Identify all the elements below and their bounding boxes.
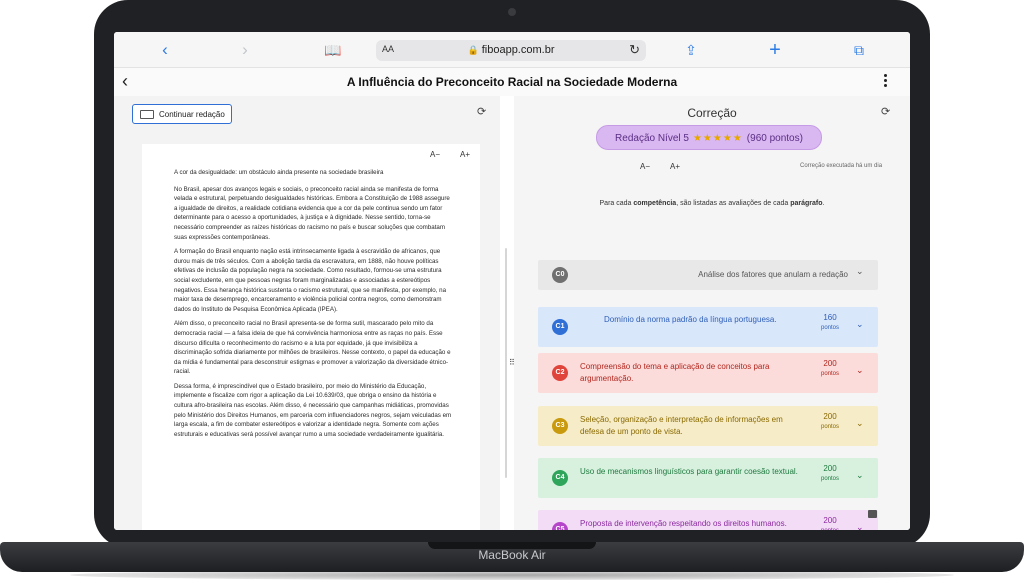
- competency-badge: C1: [552, 319, 568, 335]
- competency-badge: C5: [552, 522, 568, 530]
- competency-score-value: 200: [823, 464, 837, 473]
- level-points: (960 pontos): [746, 133, 803, 144]
- competency-score-unit: pontos: [820, 325, 839, 331]
- competency-badge: C4: [552, 470, 568, 486]
- competency-score-unit: pontos: [810, 526, 850, 530]
- competency-card-c2[interactable]: C2 Compreensão do tema e aplicação de con…: [538, 353, 878, 393]
- keyboard-icon: [140, 110, 154, 119]
- competency-score-value: 160: [823, 313, 837, 322]
- competency-label: Domínio da norma padrão da língua portug…: [604, 315, 777, 324]
- chevron-left-icon[interactable]: ‹: [156, 41, 174, 59]
- chevron-down-icon[interactable]: ⌄: [856, 319, 864, 330]
- url-label: fiboapp.com.br: [481, 44, 555, 56]
- competency-badge: C3: [552, 418, 568, 434]
- font-decrease-button[interactable]: A−: [640, 162, 650, 171]
- competency-score-unit: pontos: [820, 424, 839, 430]
- competency-card-c4[interactable]: C4 Uso de mecanismos linguísticos para ga…: [538, 458, 878, 498]
- address-bar[interactable]: AA 🔒 fiboapp.com.br ↻: [376, 40, 646, 61]
- essay-title: A cor da desigualdade: um obstáculo aind…: [174, 169, 384, 176]
- competency-badge: C0: [552, 267, 568, 283]
- chevron-down-icon[interactable]: ⌄: [856, 418, 864, 429]
- competency-score-unit: pontos: [820, 476, 839, 482]
- camera-icon: [508, 8, 516, 16]
- app-header: ‹ A Influência do Preconceito Racial na …: [114, 68, 910, 96]
- lock-icon: 🔒: [467, 45, 479, 55]
- competency-card-c1[interactable]: C1 Domínio da norma padrão da língua port…: [538, 307, 878, 347]
- competency-score-value: 200: [823, 412, 837, 421]
- competency-label: Uso de mecanismos linguísticos para gara…: [580, 467, 798, 476]
- continue-essay-button[interactable]: Continuar redação: [132, 104, 232, 124]
- competency-score-value: 200: [823, 516, 837, 525]
- url-text[interactable]: 🔒 fiboapp.com.br: [376, 44, 646, 56]
- laptop-frame: ‹ › 📖 AA 🔒 fiboapp.com.br ↻ ⇪ + ⧉ ‹ A Inf…: [94, 0, 930, 548]
- essay-text: A cor da desigualdade: um obstáculo aind…: [174, 168, 452, 444]
- intro-end: .: [822, 200, 825, 207]
- competency-score: 160 pontos: [810, 313, 850, 333]
- essay-paragraph-4: Dessa forma, é imprescindível que o Esta…: [174, 382, 452, 438]
- font-increase-button[interactable]: A+: [460, 150, 470, 159]
- competency-badge: C2: [552, 365, 568, 381]
- essay-paragraph-3: Além disso, o preconceito racial no Bras…: [174, 320, 451, 376]
- screen: ‹ › 📖 AA 🔒 fiboapp.com.br ↻ ⇪ + ⧉ ‹ A Inf…: [114, 32, 910, 530]
- essay-pane: Continuar redação ⟳ A− A+ A cor da desig…: [114, 96, 515, 530]
- intro-mid: , são listadas as avaliações de cada: [676, 200, 789, 207]
- page-title: A Influência do Preconceito Racial na So…: [346, 75, 678, 89]
- competency-score: 200 pontos: [810, 412, 850, 432]
- competency-label: Seleção, organização e interpretação de …: [580, 415, 783, 436]
- more-options-icon[interactable]: [880, 72, 890, 92]
- competency-score: 200 pontos: [810, 359, 850, 379]
- competency-score: 200 pontos: [810, 464, 850, 484]
- correction-pane: Correção ⟳ Redação Nível 5 ★★★★★ (960 pont…: [514, 96, 910, 530]
- star-rating-icon: ★★★★★: [692, 133, 743, 144]
- level-badge: Redação Nível 5 ★★★★★ (960 pontos): [596, 125, 822, 150]
- chat-icon[interactable]: [868, 510, 877, 518]
- level-label: Redação Nível 5: [615, 133, 689, 144]
- intro-bold-paragrafo: parágrafo: [790, 200, 823, 207]
- plus-icon[interactable]: +: [766, 40, 784, 60]
- device-label: MacBook Air: [478, 548, 546, 562]
- share-icon[interactable]: ⇪: [682, 41, 700, 59]
- competency-score-unit: pontos: [820, 371, 839, 377]
- intro-pre: Para cada: [599, 200, 632, 207]
- competency-label: Compreensão do tema e aplicação de conce…: [580, 362, 770, 383]
- chevron-down-icon[interactable]: ⌄: [856, 266, 864, 277]
- book-icon[interactable]: 📖: [324, 41, 342, 59]
- intro-text: Para cada competência, são listadas as a…: [514, 200, 910, 207]
- intro-bold-competencia: competência: [633, 200, 677, 207]
- chevron-right-icon[interactable]: ›: [236, 41, 254, 59]
- competency-label: Análise dos fatores que anulam a redação: [698, 270, 848, 279]
- continue-essay-label: Continuar redação: [159, 110, 225, 119]
- browser-toolbar: ‹ › 📖 AA 🔒 fiboapp.com.br ↻ ⇪ + ⧉: [114, 32, 910, 68]
- essay-paragraph-2: A formação do Brasil enquanto nação está…: [174, 248, 447, 313]
- pane-divider[interactable]: [505, 248, 507, 478]
- chevron-down-icon[interactable]: ⌄: [856, 365, 864, 376]
- correction-title: Correção: [687, 106, 737, 120]
- font-increase-button[interactable]: A+: [670, 162, 680, 171]
- refresh-icon[interactable]: ⟳: [881, 105, 890, 118]
- refresh-icon[interactable]: ⟳: [477, 105, 486, 118]
- chevron-down-icon[interactable]: ⌄: [856, 470, 864, 481]
- competency-label: Proposta de intervenção respeitando os d…: [580, 519, 787, 528]
- competency-score: 200pontos: [810, 516, 850, 530]
- chevron-down-icon[interactable]: ⌄: [856, 522, 864, 530]
- competency-card-c0[interactable]: C0 Análise dos fatores que anulam a redaç…: [538, 260, 878, 290]
- font-decrease-button[interactable]: A−: [430, 150, 440, 159]
- correction-date: Correção executada há um dia: [800, 163, 883, 169]
- essay-paragraph-1: No Brasil, apesar dos avanços legais e s…: [174, 185, 450, 241]
- competency-card-c5[interactable]: C5 Proposta de intervenção respeitando os…: [538, 510, 878, 530]
- competency-card-c3[interactable]: C3 Seleção, organização e interpretação d…: [538, 406, 878, 446]
- essay-sheet: A− A+ A cor da desigualdade: um obstácul…: [142, 144, 480, 530]
- reload-icon[interactable]: ↻: [629, 42, 640, 58]
- tabs-icon[interactable]: ⧉: [850, 41, 868, 59]
- competency-score-value: 200: [823, 359, 837, 368]
